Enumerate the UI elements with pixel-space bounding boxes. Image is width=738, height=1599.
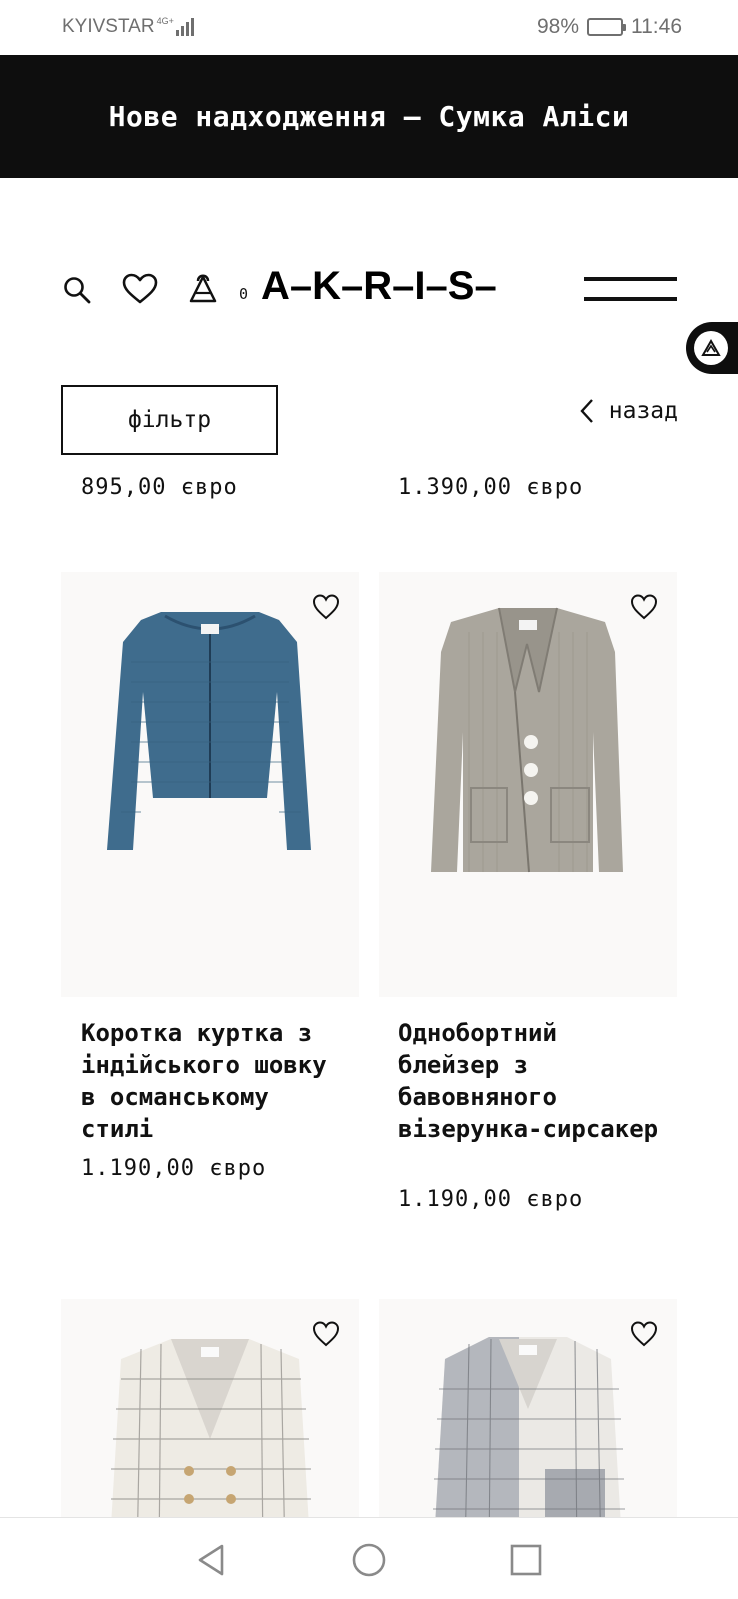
product-grid: 895,00 євро 1.390,00 євро Коротка куртка… (0, 463, 738, 1517)
product-image[interactable] (379, 1299, 677, 1517)
product-price: 1.190,00 євро (81, 1156, 267, 1181)
product-price: 895,00 євро (81, 475, 238, 500)
accessibility-icon (694, 331, 728, 365)
home-circle-icon[interactable] (349, 1540, 389, 1580)
promo-banner[interactable]: Нове надходження – Сумка Аліси (0, 55, 738, 178)
carrier-name: KYIVSTAR (62, 16, 155, 37)
wishlist-heart-icon[interactable] (311, 1319, 341, 1349)
network-type: 4G+ (156, 16, 174, 26)
status-bar: KYIVSTAR 4G+ 98% 11:46 (0, 0, 738, 55)
status-right: 98% 11:46 (537, 15, 682, 39)
product-title[interactable]: Однобортний блейзер з бавовняного візеру… (398, 1017, 668, 1145)
bag-icon[interactable] (188, 270, 218, 304)
promo-text: Нове надходження – Сумка Аліси (108, 100, 630, 133)
product-image[interactable] (61, 1299, 359, 1517)
search-icon[interactable] (62, 275, 92, 305)
battery-percent: 98% (536, 15, 579, 38)
chevron-left-icon (580, 399, 593, 423)
bag-count: 0 (239, 285, 249, 303)
system-nav-bar (0, 1517, 738, 1599)
recents-square-icon[interactable] (506, 1540, 546, 1580)
product-title[interactable]: Коротка куртка з індійського шовку в осм… (81, 1017, 351, 1145)
wishlist-heart-icon[interactable] (311, 592, 341, 622)
carrier: KYIVSTAR 4G+ (62, 16, 194, 38)
product-image[interactable] (61, 572, 359, 997)
wishlist-heart-icon[interactable] (629, 1319, 659, 1349)
back-link[interactable]: назад (579, 398, 678, 424)
grey-blazer-image (431, 607, 623, 873)
clock: 11:46 (631, 15, 682, 38)
product-image[interactable] (379, 572, 677, 997)
heart-icon[interactable] (122, 273, 158, 305)
blue-jacket-image (107, 612, 311, 850)
menu-line-bottom (584, 297, 677, 301)
accessibility-badge[interactable] (686, 322, 738, 374)
filter-button[interactable]: фільтр (61, 385, 278, 455)
back-triangle-icon[interactable] (192, 1540, 232, 1580)
site-header: 0 A–K–R–I–S– (0, 178, 738, 378)
product-price: 1.190,00 євро (398, 1187, 584, 1212)
wishlist-heart-icon[interactable] (629, 592, 659, 622)
back-label: назад (608, 398, 678, 424)
menu-line-top (584, 277, 677, 281)
product-price: 1.390,00 євро (398, 475, 584, 500)
battery-icon (587, 18, 626, 36)
signal-icon (175, 16, 194, 36)
akris-logo[interactable]: A–K–R–I–S– (261, 264, 497, 309)
